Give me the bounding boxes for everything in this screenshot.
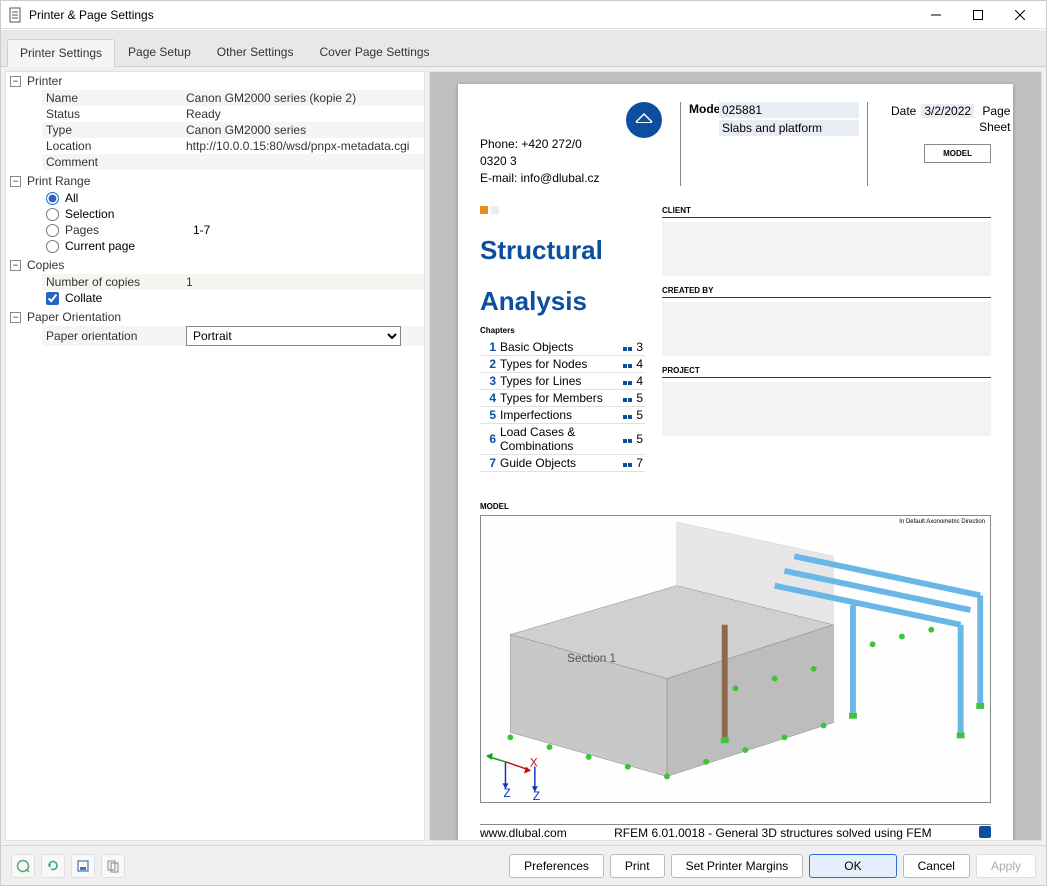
range-all-label: All [65,191,78,205]
model-heading: MODEL [480,502,991,511]
collate-checkbox[interactable] [46,292,59,305]
copies-num-value: 1 [186,275,420,289]
collapse-icon[interactable]: − [10,176,21,187]
range-selection-radio[interactable] [46,208,59,221]
chapters-heading: Chapters [480,326,648,335]
client-box [662,222,991,276]
preview-page: Phone: +420 272/0 0320 3 E-mail: info@dl… [458,84,1013,841]
footer-url: www.dlubal.com [480,826,567,840]
tab-page-setup[interactable]: Page Setup [115,38,204,66]
copies-num-label: Number of copies [46,275,186,289]
settings-panel: − Printer NameCanon GM2000 series (kopie… [5,71,425,841]
preferences-button[interactable]: Preferences [509,854,604,878]
preview-phone: Phone: +420 272/0 0320 3 [480,136,608,170]
range-all-radio[interactable] [46,192,59,205]
range-current-label: Current page [65,239,135,253]
preview-model-sub: Slabs and platform [719,120,859,136]
ok-button[interactable]: OK [809,854,896,878]
chapters-table: 1Basic Objects 32Types for Nodes 43Types… [480,339,645,472]
dlubal-logo-icon [626,102,662,138]
reset-button[interactable] [41,854,65,878]
printer-name-label: Name [46,91,186,105]
bottombar: Preferences Print Set Printer Margins OK… [1,845,1046,885]
structural-model-icon: Section 1 Z Z X [481,516,990,802]
printer-name-value: Canon GM2000 series (kopie 2) [186,91,420,105]
range-current-radio[interactable] [46,240,59,253]
collapse-icon[interactable]: − [10,76,21,87]
printer-status-label: Status [46,107,186,121]
preview-model-id: 025881 [719,102,859,118]
view-caption: In Default Axonometric Direction [899,519,985,525]
copy-settings-button[interactable] [101,854,125,878]
group-orientation: Paper Orientation [27,310,121,324]
created-label: CREATED BY [662,286,991,298]
chapter-row: 5Imperfections 5 [480,406,645,423]
svg-text:Section 1: Section 1 [567,652,616,665]
printer-type-value: Canon GM2000 series [186,123,420,137]
apply-button: Apply [976,854,1036,878]
chapter-row: 3Types for Lines 4 [480,372,645,389]
tabbar: Printer Settings Page Setup Other Settin… [1,29,1046,66]
collapse-icon[interactable]: − [10,260,21,271]
printer-location-label: Location [46,139,186,153]
color-swatches [480,206,504,214]
footer-version: RFEM 6.01.0018 - General 3D structures s… [614,826,931,840]
footer-logo-icon [979,826,991,838]
svg-text:Z: Z [504,787,511,800]
document-icon [7,7,23,23]
set-margins-button[interactable]: Set Printer Margins [671,854,804,878]
group-copies: Copies [27,258,64,272]
model-viewport: In Default Axonometric Direction [480,515,991,803]
preview-title-2: Analysis [480,287,648,316]
project-label: PROJECT [662,366,991,378]
print-button[interactable]: Print [610,854,665,878]
preview-model-button: MODEL [924,144,991,163]
preview-email: E-mail: info@dlubal.cz [480,170,608,187]
orientation-select[interactable]: Portrait [186,326,401,346]
window-title: Printer & Page Settings [29,8,916,22]
collate-label: Collate [65,291,102,305]
preview-title-1: Structural [480,236,648,265]
project-box [662,382,991,436]
created-box [662,302,991,356]
range-pages-radio[interactable] [46,224,59,237]
titlebar: Printer & Page Settings [1,1,1046,29]
group-print-range: Print Range [27,174,90,188]
printer-status-value: Ready [186,107,420,121]
chapter-row: 2Types for Nodes 4 [480,355,645,372]
preview-panel: Phone: +420 272/0 0320 3 E-mail: info@dl… [429,71,1042,841]
save-default-button[interactable] [71,854,95,878]
minimize-button[interactable] [916,3,956,27]
help-button[interactable] [11,854,35,878]
orientation-label: Paper orientation [46,329,186,343]
printer-location-value: http://10.0.0.15:80/wsd/pnpx-metadata.cg… [186,139,420,153]
cancel-button[interactable]: Cancel [903,854,970,878]
chapter-row: 7Guide Objects 7 [480,454,645,471]
printer-type-label: Type [46,123,186,137]
svg-text:X: X [530,756,538,769]
chapter-row: 1Basic Objects 3 [480,339,645,356]
tab-cover-page-settings[interactable]: Cover Page Settings [306,38,442,66]
client-label: CLIENT [662,206,991,218]
collapse-icon[interactable]: − [10,312,21,323]
printer-comment-label: Comment [46,155,186,169]
range-pages-value: 1-7 [193,223,210,237]
close-button[interactable] [1000,3,1040,27]
range-pages-label: Pages [65,223,187,237]
tab-printer-settings[interactable]: Printer Settings [7,39,115,67]
chapter-row: 6Load Cases & Combinations 5 [480,423,645,454]
chapter-row: 4Types for Members 5 [480,389,645,406]
svg-text:Z: Z [533,790,540,802]
tab-other-settings[interactable]: Other Settings [204,38,307,66]
maximize-button[interactable] [958,3,998,27]
range-selection-label: Selection [65,207,114,221]
group-printer: Printer [27,74,62,88]
